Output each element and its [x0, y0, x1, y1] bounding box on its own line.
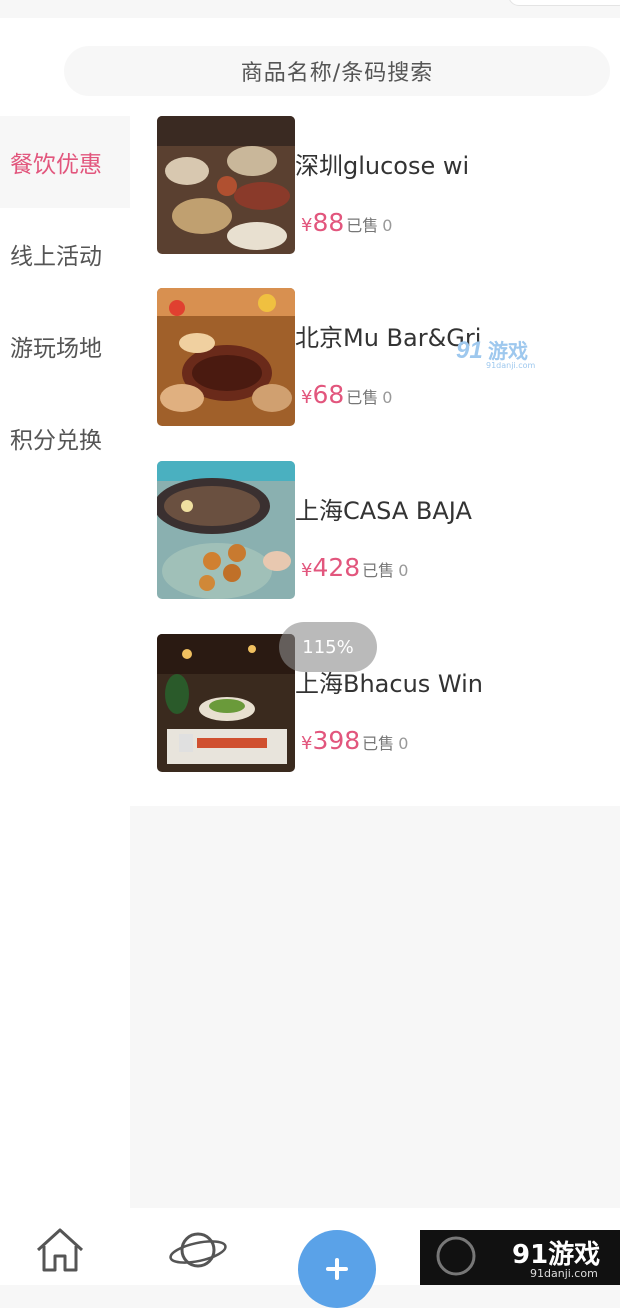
currency-symbol: ¥ [301, 387, 313, 408]
product-title: 上海CASA BAJA [295, 497, 472, 525]
sold-label: 已售 [346, 388, 379, 407]
watermark-logo: 91 游戏 91danji.com [456, 332, 556, 372]
product-image [157, 288, 295, 426]
sold-count: 0 [382, 216, 393, 235]
sidebar-item-dining[interactable]: 餐饮优惠 [0, 116, 130, 208]
status-strip [0, 0, 620, 18]
search-bar: 商品名称/条码搜索 [0, 18, 620, 116]
svg-text:游戏: 游戏 [488, 339, 528, 363]
product-card[interactable]: 上海CASA BAJA ¥428 已售 0 [157, 461, 617, 599]
user-icon [436, 1236, 476, 1276]
watermark-site: 91danji.com [530, 1267, 598, 1280]
sold-label: 已售 [346, 216, 379, 235]
product-card[interactable]: 上海Bhacus Win ¥398 已售 0 [157, 634, 617, 772]
home-icon[interactable] [34, 1226, 86, 1278]
sold-label: 已售 [362, 561, 395, 580]
currency-symbol: ¥ [301, 560, 313, 581]
product-price: 428 [312, 553, 361, 582]
price-row: ¥398 已售 0 [301, 726, 408, 755]
zoom-indicator: 115% [279, 622, 377, 672]
watermark-banner: 91游戏 91danji.com [420, 1230, 620, 1285]
product-price: 68 [312, 380, 345, 409]
product-list: 深圳glucose wi ¥88 已售 0 北京Mu Bar&Gri ¥68 已售 0 [130, 116, 620, 806]
svg-text:91: 91 [456, 337, 483, 364]
sidebar-item-venues[interactable]: 游玩场地 [0, 300, 130, 392]
sold-count: 0 [382, 388, 393, 407]
planet-icon[interactable] [168, 1226, 228, 1278]
sidebar-item-online-events[interactable]: 线上活动 [0, 208, 130, 300]
watermark-brand: 91游戏 [512, 1240, 601, 1270]
add-button[interactable] [298, 1230, 376, 1308]
product-title: 深圳glucose wi [295, 152, 470, 180]
product-card[interactable]: 深圳glucose wi ¥88 已售 0 [157, 116, 617, 254]
sidebar-item-points-exchange[interactable]: 积分兑换 [0, 392, 130, 484]
bottom-tab-bar: 91游戏 91danji.com [0, 1208, 620, 1308]
sold-count: 0 [398, 561, 409, 580]
product-price: 398 [312, 726, 361, 755]
price-row: ¥88 已售 0 [301, 208, 392, 237]
product-image [157, 116, 295, 254]
product-title: 北京Mu Bar&Gri [295, 324, 482, 352]
svg-text:91danji.com: 91danji.com [486, 361, 536, 370]
price-row: ¥428 已售 0 [301, 553, 408, 582]
product-price: 88 [312, 208, 345, 237]
product-image [157, 634, 295, 772]
search-placeholder: 商品名称/条码搜索 [240, 61, 434, 86]
search-input[interactable]: 商品名称/条码搜索 [64, 46, 610, 96]
sold-label: 已售 [362, 734, 395, 753]
sold-count: 0 [398, 734, 409, 753]
currency-symbol: ¥ [301, 215, 313, 236]
price-row: ¥68 已售 0 [301, 380, 392, 409]
top-pill [508, 0, 620, 6]
product-image [157, 461, 295, 599]
category-sidebar: 餐饮优惠 线上活动 游玩场地 积分兑换 [0, 116, 130, 1208]
currency-symbol: ¥ [301, 733, 313, 754]
